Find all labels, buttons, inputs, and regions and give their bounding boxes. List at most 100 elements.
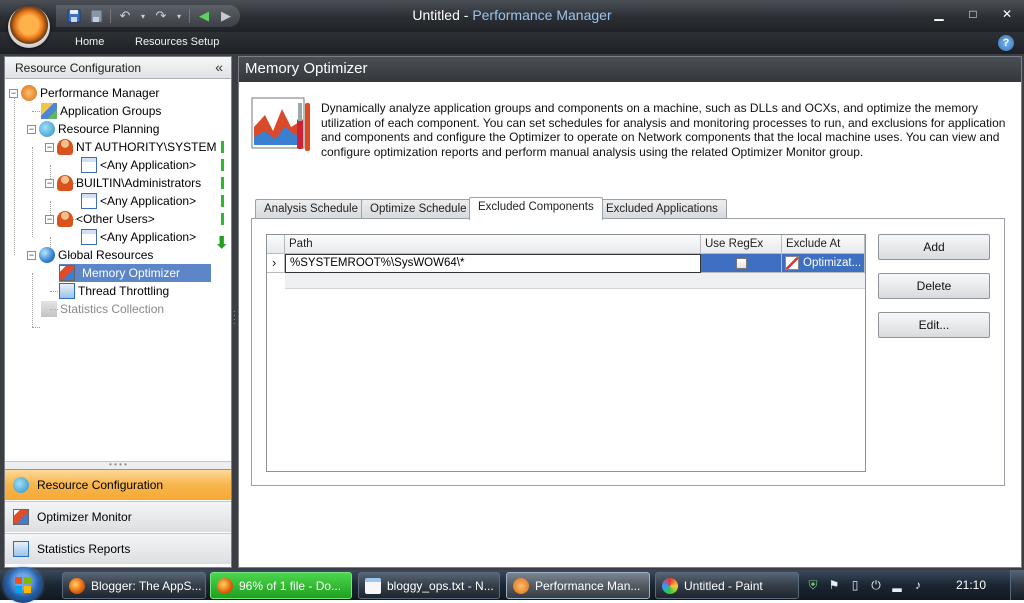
notepad-icon xyxy=(365,577,381,594)
maximize-button[interactable]: □ xyxy=(956,0,990,28)
tree-item-any-application[interactable]: <Any Application> xyxy=(81,228,196,246)
nav-statistics-reports[interactable]: Statistics Reports xyxy=(5,533,231,564)
collapse-pane-icon[interactable]: « xyxy=(215,59,223,75)
new-row-placeholder[interactable] xyxy=(285,273,865,289)
help-icon[interactable]: ? xyxy=(998,35,1014,51)
column-header-use-regex[interactable]: Use RegEx xyxy=(701,235,782,254)
resource-configuration-pane: Resource Configuration « − Performance M… xyxy=(4,56,232,568)
collapse-icon[interactable]: − xyxy=(27,250,36,260)
active-rule-indicator xyxy=(221,177,224,189)
tree-item-nt-authority-system[interactable]: − NT AUTHORITY\SYSTEM xyxy=(45,138,216,156)
taskbar-item-performance-manager[interactable]: Performance Man... xyxy=(506,572,650,599)
thread-throttling-icon xyxy=(59,283,75,299)
collapse-icon[interactable]: − xyxy=(45,142,54,152)
taskbar-item-download[interactable]: 96% of 1 file - Do... xyxy=(210,572,352,599)
tree-item-label: <Other Users> xyxy=(76,212,155,226)
ribbon-tab-bar: Home Resources Setup ? xyxy=(0,32,1024,54)
tab-analysis-schedule[interactable]: Analysis Schedule xyxy=(255,199,367,219)
tree-item-thread-throttling[interactable]: Thread Throttling xyxy=(59,282,169,300)
taskbar-item-label: 96% of 1 file - Do... xyxy=(239,578,342,593)
tree-item-performance-manager[interactable]: − Performance Manager xyxy=(9,84,159,102)
use-regex-cell[interactable] xyxy=(701,254,782,273)
start-button[interactable] xyxy=(4,567,42,603)
window-controls: ▁ □ ✕ xyxy=(922,0,1024,28)
tree-item-statistics-collection[interactable]: Statistics Collection xyxy=(41,300,164,318)
tree-item-label: Statistics Collection xyxy=(60,302,165,316)
network-signal-icon[interactable]: ▂ xyxy=(890,578,904,592)
show-desktop-button[interactable] xyxy=(1010,570,1024,600)
paint-icon xyxy=(662,577,678,594)
title-separator: - xyxy=(459,7,473,23)
windows-logo-icon xyxy=(15,577,31,593)
window-title: Untitled - Performance Manager xyxy=(0,7,1024,23)
safely-remove-hardware-icon[interactable]: ▯ xyxy=(848,578,862,592)
resource-tree: − Performance Manager Application Groups… xyxy=(5,79,231,463)
application-menu-button[interactable] xyxy=(8,6,50,48)
edit-button[interactable]: Edit... xyxy=(878,312,990,338)
tree-item-other-users[interactable]: − <Other Users> xyxy=(45,210,155,228)
tab-excluded-applications[interactable]: Excluded Applications xyxy=(597,199,727,219)
resource-planning-icon xyxy=(39,121,55,137)
path-cell[interactable]: %SYSTEMROOT%\SysWOW64\* xyxy=(285,254,701,273)
tree-item-label: Application Groups xyxy=(60,104,162,118)
delete-button[interactable]: Delete xyxy=(878,273,990,299)
collapse-icon[interactable]: − xyxy=(45,214,54,224)
nav-splitter[interactable]: • • • • xyxy=(5,461,231,469)
power-icon[interactable]: ⏻ xyxy=(869,578,883,592)
tree-item-label: <Any Application> xyxy=(100,158,197,172)
collapse-icon[interactable]: − xyxy=(45,178,54,188)
tab-home[interactable]: Home xyxy=(75,36,104,48)
security-shield-icon[interactable]: ⛨ xyxy=(806,578,820,592)
exclude-at-cell[interactable]: Optimizat... xyxy=(782,254,865,273)
tree-item-label: Performance Manager xyxy=(40,86,160,100)
tab-resources-setup[interactable]: Resources Setup xyxy=(135,36,219,48)
column-header-path[interactable]: Path xyxy=(285,235,701,254)
taskbar-item-paint[interactable]: Untitled - Paint xyxy=(655,572,799,599)
tree-item-label: Thread Throttling xyxy=(78,284,170,298)
close-button[interactable]: ✕ xyxy=(990,0,1024,28)
tab-optimize-schedule[interactable]: Optimize Schedule xyxy=(361,199,476,219)
use-regex-checkbox[interactable] xyxy=(735,258,747,269)
app-name: Performance Manager xyxy=(472,7,612,23)
move-down-arrow-icon[interactable]: ⬇ xyxy=(215,233,228,253)
tab-excluded-components[interactable]: Excluded Components xyxy=(469,197,603,220)
action-center-flag-icon[interactable]: ⚑ xyxy=(827,578,841,592)
nav-label: Statistics Reports xyxy=(37,542,131,556)
tree-connector xyxy=(14,93,15,255)
tree-item-label: Global Resources xyxy=(58,248,154,262)
resource-configuration-icon xyxy=(13,477,29,493)
nav-resource-configuration[interactable]: Resource Configuration xyxy=(5,469,231,500)
tree-item-label: <Any Application> xyxy=(100,194,197,208)
taskbar-item-notepad[interactable]: bloggy_ops.txt - N... xyxy=(358,572,500,599)
pane-header: Resource Configuration « xyxy=(5,57,231,79)
tree-item-any-application[interactable]: <Any Application> xyxy=(81,156,196,174)
tree-item-global-resources[interactable]: − Global Resources xyxy=(27,246,153,264)
active-rule-indicator xyxy=(221,141,224,153)
taskbar-item-blogger[interactable]: Blogger: The AppS... xyxy=(62,572,206,599)
memory-optimizer-pane: Memory Optimizer Dynamically analyze app… xyxy=(238,56,1022,568)
excluded-components-grid: Path Use RegEx Exclude At › %SYSTEMROOT%… xyxy=(266,234,866,472)
application-icon xyxy=(81,229,97,245)
user-icon xyxy=(57,139,73,155)
taskbar-clock[interactable]: 21:10 xyxy=(956,578,986,592)
application-icon xyxy=(81,157,97,173)
volume-icon[interactable]: ♪ xyxy=(911,578,925,592)
collapse-icon[interactable]: − xyxy=(27,124,36,134)
tree-item-application-groups[interactable]: Application Groups xyxy=(41,102,161,120)
page-title: Memory Optimizer xyxy=(245,60,368,77)
pane-splitter[interactable]: · · · · xyxy=(233,308,237,328)
tree-item-any-application[interactable]: <Any Application> xyxy=(81,192,196,210)
optimizer-exclusion-icon xyxy=(785,256,799,270)
nav-label: Resource Configuration xyxy=(37,478,164,492)
row-indicator-icon[interactable]: › xyxy=(267,254,285,273)
nav-optimizer-monitor[interactable]: Optimizer Monitor xyxy=(5,501,231,532)
tree-item-memory-optimizer[interactable]: Memory Optimizer xyxy=(59,264,211,282)
tree-item-resource-planning[interactable]: − Resource Planning xyxy=(27,120,159,138)
excluded-components-panel: Path Use RegEx Exclude At › %SYSTEMROOT%… xyxy=(251,218,1005,486)
add-button[interactable]: Add xyxy=(878,234,990,260)
tree-item-builtin-administrators[interactable]: − BUILTIN\Administrators xyxy=(45,174,201,192)
tree-connector xyxy=(32,327,40,328)
collapse-icon[interactable]: − xyxy=(9,88,18,98)
column-header-exclude-at[interactable]: Exclude At xyxy=(782,235,865,254)
minimize-button[interactable]: ▁ xyxy=(922,0,956,28)
